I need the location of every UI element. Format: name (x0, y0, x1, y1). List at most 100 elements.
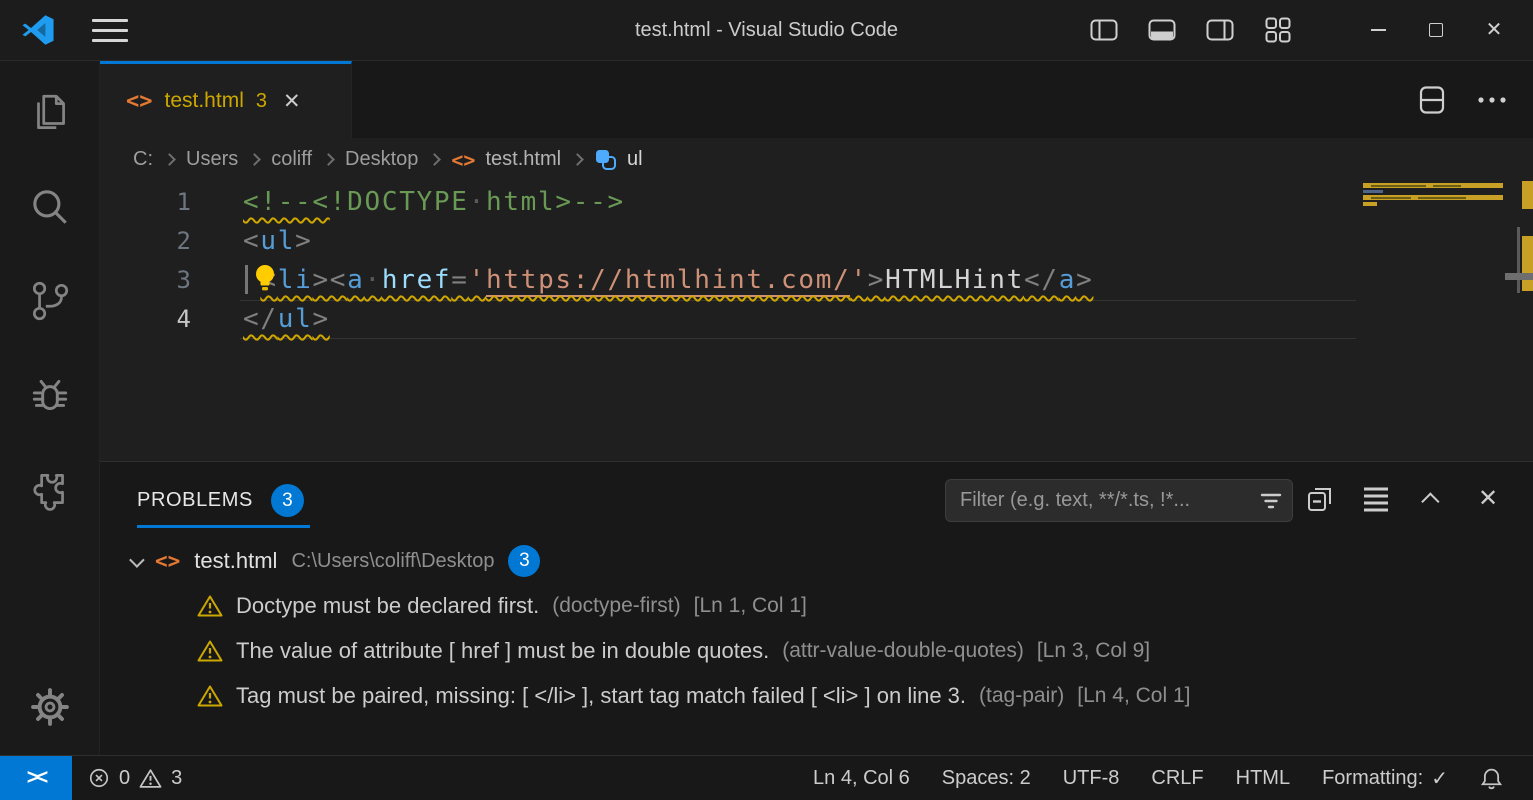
status-encoding[interactable]: UTF-8 (1063, 767, 1120, 790)
minimize-button[interactable] (1363, 15, 1393, 45)
warning-count: 3 (171, 767, 182, 790)
line-number: 3 (100, 261, 192, 300)
breadcrumb-users[interactable]: Users (186, 148, 238, 171)
chevron-down-icon[interactable] (129, 552, 145, 568)
problem-location: [Ln 1, Col 1] (694, 594, 807, 618)
line-number: 1 (100, 183, 192, 222)
warning-icon (197, 684, 223, 708)
problems-file-path: C:\Users\coliff\Desktop (291, 550, 494, 573)
problems-filter-input[interactable] (960, 489, 1260, 512)
problems-count-badge: 3 (271, 484, 304, 517)
tab-problems[interactable]: PROBLEMS 3 (137, 484, 304, 517)
tab-test-html[interactable]: <> test.html 3 ✕ (100, 61, 352, 138)
breadcrumb: C: Users coliff Desktop <> test.html ul (100, 138, 1533, 181)
status-indentation[interactable]: Spaces: 2 (942, 767, 1031, 790)
editor-scrollbar[interactable] (1517, 227, 1520, 293)
code-line-2: <ul> (243, 222, 312, 261)
breadcrumb-drive[interactable]: C: (133, 148, 153, 171)
problem-location: [Ln 4, Col 1] (1077, 684, 1190, 708)
warning-icon (197, 639, 223, 663)
html-file-icon: <> (155, 549, 180, 573)
symbol-element-icon (594, 148, 618, 172)
status-problems[interactable]: 0 3 (88, 767, 182, 790)
problem-row[interactable]: Doctype must be declared first. (doctype… (100, 583, 1533, 628)
problems-file-row[interactable]: <> test.html C:\Users\coliff\Desktop 3 (100, 539, 1533, 583)
settings-gear-icon[interactable] (26, 683, 74, 731)
overview-ruler-warning-mark (1522, 236, 1533, 291)
problems-file-name: test.html (194, 548, 277, 574)
code-line-4: </ul> (243, 300, 330, 339)
chevron-right-icon (429, 153, 442, 166)
toggle-primary-sidebar-icon[interactable] (1089, 15, 1119, 45)
file-problems-badge: 3 (508, 545, 540, 577)
status-cursor-position[interactable]: Ln 4, Col 6 (813, 767, 910, 790)
status-formatting[interactable]: Formatting:✓ (1322, 766, 1448, 791)
document-link: https://htmlhint.com/ (486, 265, 850, 297)
line-number: 2 (100, 222, 192, 261)
close-window-button[interactable]: ✕ (1479, 15, 1509, 45)
maximize-panel-icon[interactable] (1417, 484, 1447, 514)
tab-label: test.html (165, 89, 244, 113)
activity-bar (0, 61, 100, 755)
more-actions-icon[interactable] (1477, 85, 1507, 115)
problem-message: The value of attribute [ href ] must be … (236, 638, 769, 664)
tab-problem-count: 3 (256, 90, 267, 113)
customize-layout-icon[interactable] (1263, 15, 1293, 45)
menu-hamburger-icon[interactable] (92, 19, 128, 42)
problem-source: (attr-value-double-quotes) (782, 639, 1024, 663)
collapse-all-icon[interactable] (1305, 484, 1335, 514)
breadcrumb-symbol[interactable]: ul (627, 148, 643, 171)
source-control-icon[interactable] (26, 277, 74, 325)
problem-source: (tag-pair) (979, 684, 1064, 708)
active-panel-underline (137, 525, 310, 528)
remote-indicator[interactable]: >< (0, 756, 72, 800)
problem-message: Doctype must be declared first. (236, 593, 539, 619)
view-as-table-icon[interactable] (1361, 484, 1391, 514)
check-icon: ✓ (1431, 766, 1448, 791)
run-debug-icon[interactable] (26, 371, 74, 419)
title-bar: test.html - Visual Studio Code ✕ (0, 0, 1533, 60)
html-file-icon: <> (126, 89, 153, 114)
chevron-right-icon (163, 153, 176, 166)
chevron-right-icon (571, 153, 584, 166)
warning-icon (197, 594, 223, 618)
extensions-icon[interactable] (26, 465, 74, 513)
tab-bar: <> test.html 3 ✕ (100, 61, 1533, 138)
problems-filter (945, 479, 1293, 522)
problem-row[interactable]: The value of attribute [ href ] must be … (100, 628, 1533, 673)
problems-panel: PROBLEMS 3 ✕ (100, 461, 1533, 755)
notifications-bell-icon[interactable] (1480, 766, 1503, 791)
close-panel-icon[interactable]: ✕ (1473, 484, 1503, 514)
overview-ruler-cursor-mark (1505, 273, 1533, 280)
code-line-1: <!--<!DOCTYPE·html>--> (243, 183, 625, 222)
html-file-icon: <> (451, 148, 475, 172)
text-cursor (245, 265, 248, 294)
split-editor-icon[interactable] (1417, 85, 1447, 115)
toggle-panel-icon[interactable] (1147, 15, 1177, 45)
problem-location: [Ln 3, Col 9] (1037, 639, 1150, 663)
breadcrumb-folder[interactable]: Desktop (345, 148, 418, 171)
breadcrumb-user[interactable]: coliff (271, 148, 312, 171)
chevron-right-icon (248, 153, 261, 166)
tab-close-icon[interactable]: ✕ (283, 89, 301, 114)
code-line-3: <li><a·href='https://htmlhint.com/'>HTML… (243, 261, 1093, 300)
warning-icon (139, 768, 162, 789)
overview-ruler-warning-mark (1522, 181, 1533, 209)
problem-row[interactable]: Tag must be paired, missing: [ </li> ], … (100, 673, 1533, 718)
vscode-logo-icon (20, 12, 56, 48)
chevron-right-icon (322, 153, 335, 166)
code-editor[interactable]: 1 <!--<!DOCTYPE·html>--> 2 <ul> 3 <li><a… (100, 181, 1533, 461)
error-icon (88, 767, 110, 789)
status-bar: >< 0 3 Ln 4, Col 6 Spaces: 2 UTF-8 CRLF … (0, 755, 1533, 800)
error-count: 0 (119, 767, 130, 790)
status-eol[interactable]: CRLF (1151, 767, 1203, 790)
explorer-icon[interactable] (26, 89, 74, 137)
filter-icon[interactable] (1260, 492, 1282, 510)
search-icon[interactable] (26, 183, 74, 231)
status-language-mode[interactable]: HTML (1236, 767, 1290, 790)
toggle-secondary-sidebar-icon[interactable] (1205, 15, 1235, 45)
line-number-active: 4 (100, 300, 192, 339)
maximize-button[interactable] (1421, 15, 1451, 45)
lightbulb-quickfix-icon[interactable] (251, 263, 279, 293)
breadcrumb-file[interactable]: test.html (485, 148, 561, 171)
